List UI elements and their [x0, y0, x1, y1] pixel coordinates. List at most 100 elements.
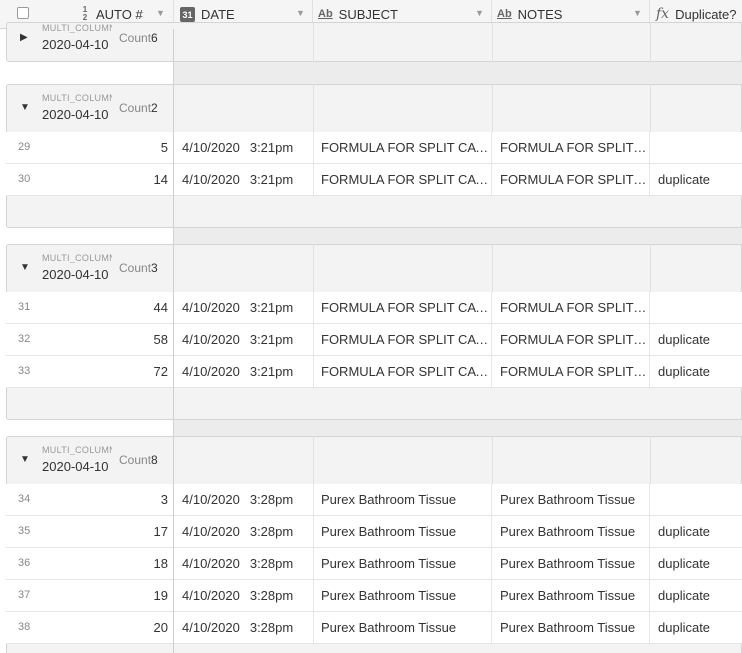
auto-number-cell[interactable]: 14 [154, 172, 168, 187]
subject-cell[interactable]: Purex Bathroom Tissue [313, 548, 492, 580]
date-value: 4/10/2020 [182, 300, 240, 315]
auto-number-cell[interactable]: 5 [161, 140, 168, 155]
table-row[interactable]: 4/10/2020 3:21pm FORMULA FOR SPLIT CATALOG… [174, 292, 742, 324]
row-number: 34 [18, 493, 31, 505]
notes-cell[interactable]: FORMULA FOR SPLIT CATALOG [492, 356, 650, 388]
row-number: 38 [18, 621, 31, 633]
time-value: 3:21pm [249, 364, 294, 379]
duplicate-cell[interactable]: duplicate [650, 164, 742, 196]
subject-cell[interactable]: Purex Bathroom Tissue [313, 580, 492, 612]
notes-cell[interactable]: Purex Bathroom Tissue [492, 484, 650, 516]
auto-number-cell[interactable]: 72 [154, 364, 168, 379]
table-row-header[interactable]: 38 20 [6, 612, 174, 644]
table-row[interactable]: 4/10/2020 3:21pm FORMULA FOR SPLIT CATALOG… [174, 356, 742, 388]
group-value: 2020-04-10 [42, 37, 109, 52]
auto-number-cell[interactable]: 58 [154, 332, 168, 347]
subject-cell[interactable]: Purex Bathroom Tissue [313, 484, 492, 516]
duplicate-cell[interactable] [650, 484, 742, 516]
auto-number-cell[interactable]: 3 [161, 492, 168, 507]
date-cell[interactable]: 4/10/2020 3:21pm [174, 292, 314, 324]
auto-number-cell[interactable]: 18 [154, 556, 168, 571]
subject-cell[interactable]: Purex Bathroom Tissue [313, 516, 492, 548]
auto-number-cell[interactable]: 19 [154, 588, 168, 603]
auto-number-cell[interactable]: 44 [154, 300, 168, 315]
table-row[interactable]: 4/10/2020 3:21pm FORMULA FOR SPLIT CATALOG… [174, 164, 742, 196]
table-row[interactable]: 4/10/2020 3:21pm FORMULA FOR SPLIT CATALOG… [174, 324, 742, 356]
group-field-name: MULTI_COLUMN [42, 93, 112, 103]
duplicate-cell[interactable] [650, 292, 742, 324]
date-cell[interactable]: 4/10/2020 3:21pm [174, 132, 314, 164]
date-cell[interactable]: 4/10/2020 3:28pm [174, 484, 314, 516]
notes-cell[interactable]: FORMULA FOR SPLIT CATALOG [492, 292, 650, 324]
date-value: 4/10/2020 [182, 620, 240, 635]
collapse-group-icon[interactable]: ▼ [20, 262, 30, 273]
chevron-down-icon[interactable]: ▼ [633, 8, 642, 18]
group-count-value: 6 [151, 31, 158, 45]
table-row-header[interactable]: 37 19 [6, 580, 174, 612]
duplicate-cell[interactable] [650, 132, 742, 164]
row-number: 30 [18, 173, 31, 185]
date-cell[interactable]: 4/10/2020 3:28pm [174, 580, 314, 612]
auto-number-cell[interactable]: 17 [154, 524, 168, 539]
date-icon: 31 [180, 6, 195, 22]
notes-cell[interactable]: FORMULA FOR SPLIT CATALOG [492, 164, 650, 196]
table-row[interactable]: 4/10/2020 3:28pm Purex Bathroom Tissue Pure… [174, 484, 742, 516]
collapse-group-icon[interactable]: ▼ [20, 102, 30, 113]
date-cell[interactable]: 4/10/2020 3:21pm [174, 164, 314, 196]
table-row-header[interactable]: 33 72 [6, 356, 174, 388]
notes-cell[interactable]: FORMULA FOR SPLIT CATALOG [492, 132, 650, 164]
group-value: 2020-04-10 [42, 267, 109, 282]
table-row[interactable]: 4/10/2020 3:28pm Purex Bathroom Tissue Pure… [174, 612, 742, 644]
subject-cell[interactable]: FORMULA FOR SPLIT CATALOG [313, 132, 492, 164]
row-number: 32 [18, 333, 31, 345]
subject-cell[interactable]: FORMULA FOR SPLIT CATALOG [313, 356, 492, 388]
table-row[interactable]: 4/10/2020 3:28pm Purex Bathroom Tissue Pure… [174, 516, 742, 548]
group-count-label: Count [119, 261, 152, 275]
date-cell[interactable]: 4/10/2020 3:28pm [174, 548, 314, 580]
subject-cell[interactable]: FORMULA FOR SPLIT CATALOG [313, 324, 492, 356]
table-row-header[interactable]: 30 14 [6, 164, 174, 196]
date-cell[interactable]: 4/10/2020 3:21pm [174, 356, 314, 388]
duplicate-cell[interactable]: duplicate [650, 612, 742, 644]
table-row-header[interactable]: 34 3 [6, 484, 174, 516]
table-row[interactable]: 4/10/2020 3:21pm FORMULA FOR SPLIT CATALOG… [174, 132, 742, 164]
date-cell[interactable]: 4/10/2020 3:28pm [174, 612, 314, 644]
duplicate-cell[interactable]: duplicate [650, 324, 742, 356]
notes-cell[interactable]: FORMULA FOR SPLIT CATALOG [492, 324, 650, 356]
duplicate-cell[interactable]: duplicate [650, 516, 742, 548]
date-cell[interactable]: 4/10/2020 3:21pm [174, 324, 314, 356]
duplicate-cell[interactable]: duplicate [650, 356, 742, 388]
chevron-down-icon[interactable]: ▼ [475, 8, 484, 18]
table-row-header[interactable]: 29 5 [6, 132, 174, 164]
date-cell[interactable]: 4/10/2020 3:28pm [174, 516, 314, 548]
select-all-checkbox[interactable] [17, 7, 29, 19]
notes-cell[interactable]: Purex Bathroom Tissue [492, 580, 650, 612]
table-row[interactable]: 4/10/2020 3:28pm Purex Bathroom Tissue Pure… [174, 580, 742, 612]
chevron-down-icon[interactable]: ▼ [296, 8, 305, 18]
expand-group-icon[interactable]: ▶ [20, 32, 28, 43]
group-field-name: MULTI_COLUMN [42, 23, 112, 33]
group-value: 2020-04-10 [42, 459, 109, 474]
table-row-header[interactable]: 35 17 [6, 516, 174, 548]
notes-cell[interactable]: Purex Bathroom Tissue [492, 548, 650, 580]
notes-cell[interactable]: Purex Bathroom Tissue [492, 516, 650, 548]
notes-cell[interactable]: Purex Bathroom Tissue [492, 612, 650, 644]
group-value: 2020-04-10 [42, 107, 109, 122]
collapse-group-icon[interactable]: ▼ [20, 454, 30, 465]
time-value: 3:21pm [249, 172, 294, 187]
time-value: 3:28pm [249, 492, 294, 507]
subject-cell[interactable]: FORMULA FOR SPLIT CATALOG [313, 164, 492, 196]
subject-cell[interactable]: Purex Bathroom Tissue [313, 612, 492, 644]
subject-cell[interactable]: FORMULA FOR SPLIT CATALOG [313, 292, 492, 324]
chevron-down-icon[interactable]: ▼ [156, 8, 165, 18]
group-band [174, 22, 742, 62]
group-count: Count3 [119, 261, 158, 275]
duplicate-cell[interactable]: duplicate [650, 580, 742, 612]
column-label-notes: NOTES [517, 6, 563, 22]
duplicate-cell[interactable]: duplicate [650, 548, 742, 580]
table-row-header[interactable]: 36 18 [6, 548, 174, 580]
table-row-header[interactable]: 31 44 [6, 292, 174, 324]
table-row[interactable]: 4/10/2020 3:28pm Purex Bathroom Tissue Pure… [174, 548, 742, 580]
table-row-header[interactable]: 32 58 [6, 324, 174, 356]
auto-number-cell[interactable]: 20 [154, 620, 168, 635]
